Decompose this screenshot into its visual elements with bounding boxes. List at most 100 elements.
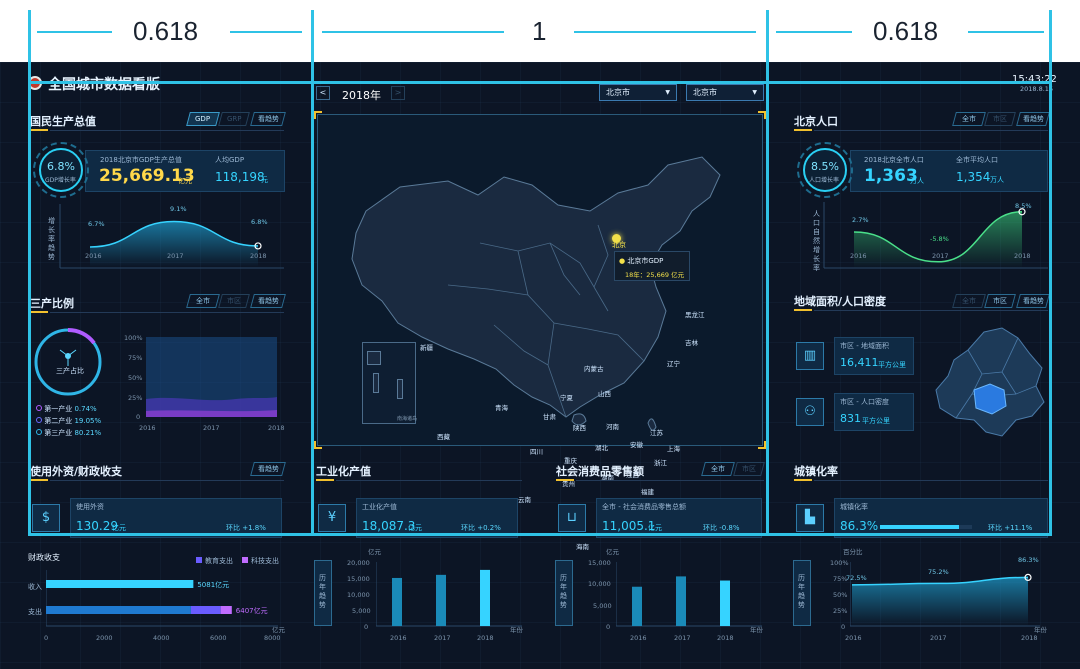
urban-x-unit: 年份 — [1034, 626, 1047, 634]
area-district-button[interactable]: 市区 — [984, 294, 1016, 308]
divider — [814, 310, 1048, 311]
density-value: 831 — [840, 412, 861, 425]
year-next-button[interactable]: > — [391, 86, 405, 100]
ratio-arrow — [574, 31, 756, 33]
province-label: 黑龙江 — [685, 311, 705, 319]
finance-legend-item: 科技支出 — [251, 557, 279, 565]
title-underline — [556, 479, 574, 481]
industrial-x-tick: 2018 — [477, 634, 494, 642]
gdp-trend-axis-label: 增长率趋势 — [48, 217, 55, 261]
gdp-rate-label: GDP增长率 — [45, 177, 76, 184]
foreign-label: 使用外资 — [76, 503, 104, 511]
population-city-button[interactable]: 全市 — [952, 112, 986, 126]
industry-city-button[interactable]: 全市 — [186, 294, 220, 308]
urban-point-label: 75.2% — [928, 568, 949, 576]
industrial-y-tick: 10,000 — [347, 591, 370, 599]
province-label: 云南 — [518, 496, 531, 504]
dashboard: 全国城市数据看版 15:43:22 2018.8.15 < 2018年 > 北京… — [0, 62, 1080, 669]
divider — [814, 480, 1048, 481]
industrial-unit-label: 亿元 — [368, 548, 381, 556]
population-rate-label: 人口增长率 — [809, 177, 840, 184]
finance-row-label: 支出 — [28, 608, 42, 616]
gdp-per-label: 人均GDP — [215, 156, 245, 164]
province-label: 青海 — [495, 404, 508, 412]
gdp-tab-button[interactable]: GDP — [186, 112, 220, 126]
gdp-title: 国民生产总值 — [30, 115, 96, 128]
divider — [50, 480, 284, 481]
consumer-city-button[interactable]: 全市 — [701, 462, 735, 476]
consumer-trend-label: 历年趋势 — [560, 574, 567, 609]
consumer-x-tick: 2016 — [630, 634, 647, 642]
finance-x-tick: 4000 — [153, 634, 170, 642]
industry-y-tick: 50% — [128, 374, 143, 382]
area-city-button[interactable]: 全市 — [952, 294, 986, 308]
population-total-unit: 万人 — [910, 177, 924, 185]
population-point-label: 8.5% — [1015, 202, 1032, 210]
province-label: 甘肃 — [543, 413, 556, 421]
finance-x-tick: 2000 — [96, 634, 113, 642]
industry-district-label: 市区 — [227, 297, 241, 305]
title-underline — [30, 479, 48, 481]
industry-legend-item: 第三产业 80.21% — [36, 428, 101, 440]
industry-district-button[interactable]: 市区 — [218, 294, 250, 308]
gdp-total-label: 2018北京市GDP生产总值 — [100, 156, 182, 164]
ratio-arrow — [322, 31, 504, 33]
industry-legend-name: 第二产业 — [44, 417, 73, 425]
ratio-left-label: 0.618 — [133, 16, 199, 46]
finance-expense-label: 6407亿元 — [235, 607, 268, 615]
population-point-label: -5.8% — [930, 235, 949, 243]
finance-unit: 亿元 — [272, 626, 285, 634]
gdp-x-tick: 2017 — [167, 252, 184, 260]
foreign-title: 使用外资/财政收支 — [30, 465, 123, 478]
area-trend-button[interactable]: 看趋势 — [1016, 294, 1050, 308]
finance-legend-item: 教育支出 — [205, 557, 233, 565]
industrial-y-tick: 0 — [364, 623, 369, 631]
population-district-button[interactable]: 市区 — [984, 112, 1016, 126]
consumer-unit-label: 亿元 — [606, 548, 619, 556]
ratio-arrow — [968, 31, 1044, 33]
industry-icon: ¥ — [318, 504, 346, 532]
industrial-bar-chart — [376, 562, 522, 627]
legend-swatch — [242, 557, 248, 563]
city-select[interactable]: 北京市 ▼ — [686, 84, 764, 101]
population-trend-label: 看趋势 — [1022, 115, 1044, 123]
beijing-label: 北京 — [612, 241, 626, 249]
province-label: 吉林 — [685, 339, 698, 347]
industry-legend-name: 第三产业 — [44, 429, 73, 437]
population-trend-button[interactable]: 看趋势 — [1016, 112, 1050, 126]
users-icon: ⚇ — [796, 398, 824, 426]
frame-corner — [758, 111, 766, 119]
beijing-map[interactable] — [932, 324, 1048, 444]
grp-tab-button[interactable]: GRP — [218, 112, 250, 126]
ratio-arrow — [37, 31, 112, 33]
gdp-total-unit: 亿元 — [178, 177, 192, 185]
consumer-district-button[interactable]: 市区 — [733, 462, 765, 476]
foreign-trend-button[interactable]: 看趋势 — [250, 462, 286, 476]
industry-legend: 第一产业 0.74% 第二产业 19.05% 第三产业 80.21% — [36, 404, 101, 440]
gdp-trend-button[interactable]: 看趋势 — [250, 112, 286, 126]
shopping-bag-icon: ⊔ — [558, 504, 586, 532]
density-unit: 平方公里 — [862, 417, 890, 425]
finance-income-label: 5081亿元 — [197, 581, 230, 589]
divider — [50, 130, 284, 131]
industrial-bar — [392, 577, 402, 626]
population-avg-value: 1,354 — [956, 170, 991, 184]
industrial-y-tick: 15,000 — [347, 575, 370, 583]
industrial-x-unit: 年份 — [510, 626, 523, 634]
finance-bar-chart — [46, 570, 278, 627]
area-district-label: 市区 — [993, 297, 1007, 305]
industrial-label: 工业化产值 — [362, 503, 397, 511]
province-select[interactable]: 北京市 ▼ — [599, 84, 677, 101]
consumer-title: 社会消费品零售额 — [556, 465, 644, 478]
year-prev-button[interactable]: < — [316, 86, 330, 100]
gdp-per-unit: 元 — [261, 176, 268, 184]
province-label: 江苏 — [650, 429, 663, 437]
area-title: 地域面积/人口密度 — [794, 295, 887, 308]
urban-x-tick: 2016 — [845, 634, 862, 642]
finance-science-bar — [220, 606, 232, 614]
year-label: 2018年 — [342, 89, 381, 102]
gdp-trend-label: 看趋势 — [257, 115, 279, 123]
industry-trend-button[interactable]: 看趋势 — [250, 294, 286, 308]
industry-y-tick: 25% — [128, 394, 143, 402]
urban-y-tick: 100% — [830, 559, 849, 567]
